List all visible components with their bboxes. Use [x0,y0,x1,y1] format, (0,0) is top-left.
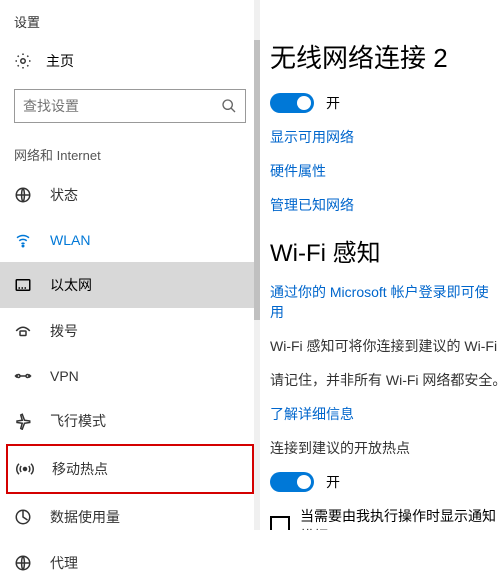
sidebar-item-label: VPN [50,368,79,384]
toggle-label: 开 [326,93,340,113]
wifi-sense-heading: Wi-Fi 感知 [270,233,500,268]
home-button[interactable]: 主页 [0,41,260,81]
sidebar-item-label: 以太网 [50,275,92,295]
wifi-icon [14,231,34,249]
connect-open-label: 连接到建议的开放热点 [270,438,500,458]
gear-icon [14,52,32,70]
sidebar-item-label: 飞行模式 [50,411,106,431]
link-hardware-props[interactable]: 硬件属性 [270,161,500,181]
sidebar-item-airplane[interactable]: 飞行模式 [0,398,260,444]
app-title: 设置 [0,10,260,41]
content-pane: 无线网络连接 2 开 显示可用网络 硬件属性 管理已知网络 Wi-Fi 感知 通… [260,0,500,530]
sidebar-item-datausage[interactable]: 数据使用量 [0,494,260,540]
datausage-icon [14,508,34,526]
proxy-icon [14,554,34,572]
sense-desc-1: Wi-Fi 感知可将你连接到建议的 Wi-Fi 热 [270,336,500,356]
sidebar: 设置 主页 网络和 Internet 状态 [0,0,260,530]
search-box[interactable] [14,89,246,123]
page-heading: 无线网络连接 2 [270,38,500,75]
sidebar-item-label: 状态 [50,185,78,205]
link-ms-login[interactable]: 通过你的 Microsoft 帐户登录即可使用 [270,282,500,322]
dialup-icon [14,322,34,340]
sidebar-item-wlan[interactable]: WLAN [0,218,260,262]
status-icon [14,186,34,204]
highlight-box: 移动热点 [6,444,254,494]
link-manage-known[interactable]: 管理已知网络 [270,195,500,215]
airplane-icon [14,412,34,430]
scrollbar[interactable] [254,0,260,530]
wifi-toggle[interactable] [270,93,314,113]
sidebar-item-label: WLAN [50,232,90,248]
notify-checkbox[interactable] [270,516,290,530]
hotspot-icon [16,460,36,478]
ethernet-icon [14,276,34,294]
checkbox-label: 当需要由我执行操作时显示通知横幅 [300,506,500,530]
sense-desc-2: 请记住，并非所有 Wi-Fi 网络都安全。 [270,370,500,390]
sidebar-item-ethernet[interactable]: 以太网 [0,262,260,308]
open-hotspot-toggle[interactable] [270,472,314,492]
sidebar-item-label: 拨号 [50,321,78,341]
sidebar-item-dialup[interactable]: 拨号 [0,308,260,354]
sidebar-item-label: 数据使用量 [50,507,120,527]
vpn-icon [14,367,34,385]
search-icon [221,98,237,114]
link-learn-more[interactable]: 了解详细信息 [270,404,500,424]
sidebar-item-hotspot[interactable]: 移动热点 [8,446,252,492]
sidebar-item-status[interactable]: 状态 [0,172,260,218]
sidebar-item-label: 移动热点 [52,459,108,479]
link-show-networks[interactable]: 显示可用网络 [270,127,500,147]
sidebar-item-vpn[interactable]: VPN [0,354,260,398]
toggle-label: 开 [326,472,340,492]
section-label: 网络和 Internet [0,137,260,172]
sidebar-item-proxy[interactable]: 代理 [0,540,260,586]
scrollbar-thumb[interactable] [254,40,260,320]
home-label: 主页 [46,51,74,71]
search-input[interactable] [23,98,221,114]
sidebar-item-label: 代理 [50,553,78,573]
